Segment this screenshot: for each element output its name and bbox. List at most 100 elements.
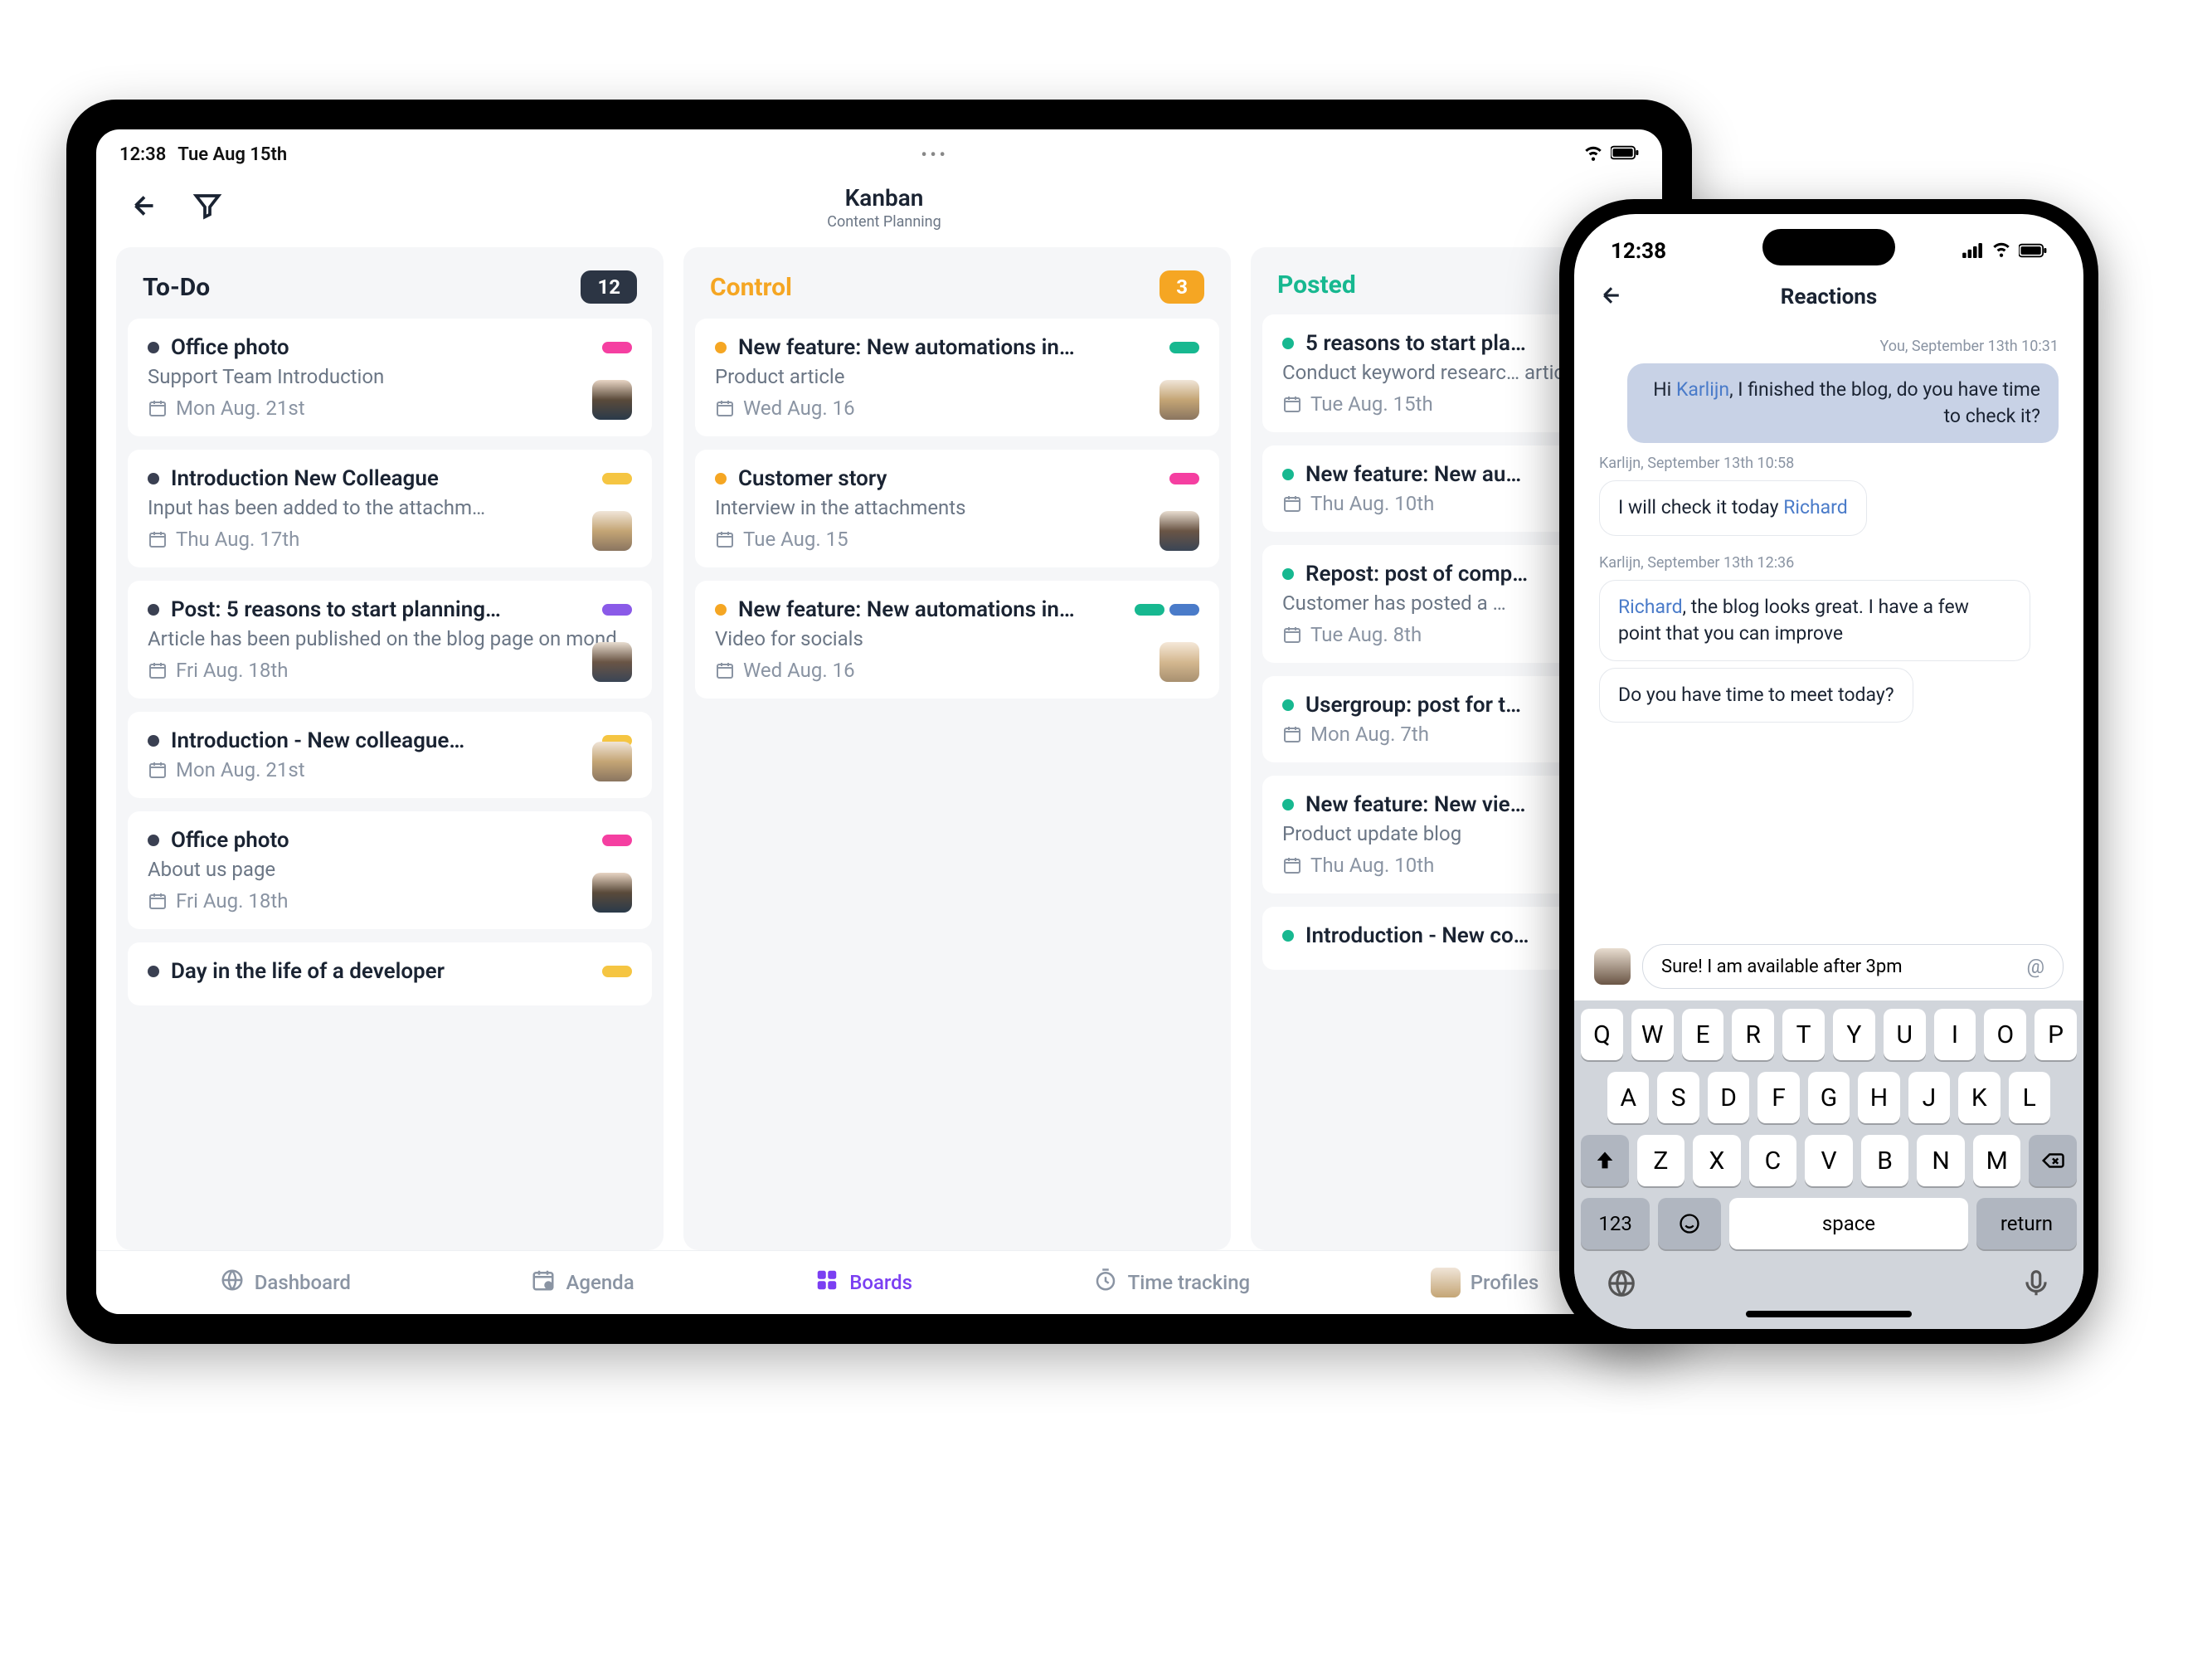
- key-W[interactable]: W: [1631, 1009, 1674, 1060]
- tag-pill: [1169, 342, 1199, 353]
- key-D[interactable]: D: [1708, 1072, 1749, 1123]
- back-icon[interactable]: [1599, 283, 1624, 311]
- key-R[interactable]: R: [1732, 1009, 1774, 1060]
- key-P[interactable]: P: [2035, 1009, 2077, 1060]
- status-dot: [715, 604, 727, 616]
- message-bubble[interactable]: I will check it today Richard: [1599, 480, 1867, 535]
- key-H[interactable]: H: [1858, 1072, 1899, 1123]
- message-meta: You, September 13th 10:31: [1599, 338, 2059, 355]
- key-V[interactable]: V: [1805, 1135, 1853, 1186]
- card-date: Mon Aug. 21st: [148, 397, 305, 420]
- nav-boards[interactable]: Boards: [814, 1268, 912, 1297]
- status-dot: [1282, 568, 1294, 580]
- key-F[interactable]: F: [1757, 1072, 1799, 1123]
- assignee-avatar[interactable]: [592, 380, 632, 420]
- card[interactable]: Office photoAbout us pageFri Aug. 18th: [128, 811, 652, 929]
- nav-dashboard[interactable]: Dashboard: [220, 1268, 351, 1297]
- key-U[interactable]: U: [1884, 1009, 1926, 1060]
- key-S[interactable]: S: [1657, 1072, 1699, 1123]
- keyboard: QWERTYUIOP ASDFGHJKL ZXCVBNM 123 spacereturn: [1574, 1000, 2083, 1329]
- key-return[interactable]: return: [1976, 1198, 2077, 1249]
- key-backspace[interactable]: [2029, 1135, 2077, 1186]
- card[interactable]: Introduction New Colleague Input has been…: [128, 450, 652, 567]
- nav-agenda[interactable]: Agenda: [531, 1268, 634, 1297]
- card[interactable]: Office photoSupport Team IntroductionMon…: [128, 319, 652, 436]
- assignee-avatar[interactable]: [592, 511, 632, 551]
- key-A[interactable]: A: [1607, 1072, 1649, 1123]
- key-numbers[interactable]: 123: [1581, 1198, 1650, 1249]
- key-shift[interactable]: [1581, 1135, 1629, 1186]
- key-K[interactable]: K: [1958, 1072, 2000, 1123]
- filter-icon[interactable]: [192, 191, 222, 224]
- status-dot: [1282, 469, 1294, 480]
- key-X[interactable]: X: [1693, 1135, 1741, 1186]
- assignee-avatar[interactable]: [592, 742, 632, 781]
- tag-pill: [602, 966, 632, 977]
- mention[interactable]: Karlijn: [1676, 378, 1729, 401]
- compose-input[interactable]: Sure! I am available after 3pm @: [1642, 944, 2064, 989]
- key-I[interactable]: I: [1934, 1009, 1976, 1060]
- key-J[interactable]: J: [1908, 1072, 1950, 1123]
- key-G[interactable]: G: [1808, 1072, 1850, 1123]
- timer-icon: [1093, 1268, 1118, 1297]
- card[interactable]: Day in the life of a developer: [128, 942, 652, 1005]
- key-Y[interactable]: Y: [1833, 1009, 1875, 1060]
- card[interactable]: New feature: New automations in…Video fo…: [695, 581, 1219, 699]
- assignee-avatar[interactable]: [1159, 642, 1199, 682]
- card-description: About us page: [148, 858, 632, 881]
- mention-button[interactable]: @: [2026, 955, 2044, 978]
- card-title: Day in the life of a developer: [171, 959, 591, 984]
- status-dot: [1282, 338, 1294, 349]
- key-Z[interactable]: Z: [1637, 1135, 1685, 1186]
- nav-profiles[interactable]: Profiles: [1431, 1268, 1539, 1297]
- tag-pills: [602, 966, 632, 977]
- card-title: Introduction New Colleague: [171, 466, 591, 491]
- card-date: Thu Aug. 10th: [1282, 854, 1434, 877]
- status-right: [1582, 141, 1639, 168]
- mention[interactable]: Richard: [1618, 596, 1683, 618]
- tag-pills: [1135, 604, 1199, 616]
- card[interactable]: New feature: New automations in…Product …: [695, 319, 1219, 436]
- key-space[interactable]: space: [1729, 1198, 1968, 1249]
- card[interactable]: Introduction - New colleague…Mon Aug. 21…: [128, 712, 652, 798]
- cards-list: Office photoSupport Team IntroductionMon…: [116, 319, 664, 1250]
- back-icon[interactable]: [129, 191, 159, 224]
- kanban-board[interactable]: To-Do12Office photoSupport Team Introduc…: [96, 247, 1662, 1250]
- key-Q[interactable]: Q: [1581, 1009, 1623, 1060]
- card[interactable]: Post: 5 reasons to start planning…Articl…: [128, 581, 652, 699]
- home-indicator[interactable]: [1746, 1311, 1912, 1317]
- globe-icon[interactable]: [1606, 1268, 1637, 1302]
- mic-icon[interactable]: [2020, 1268, 2052, 1302]
- iphone-header: Reactions: [1574, 273, 2083, 326]
- card[interactable]: Customer storyInterview in the attachmen…: [695, 450, 1219, 567]
- tag-pill: [1135, 604, 1164, 616]
- status-dot: [148, 342, 159, 353]
- assignee-avatar[interactable]: [592, 642, 632, 682]
- assignee-avatar[interactable]: [1159, 380, 1199, 420]
- iphone-device: 12:38 Reactions You, September 13th 10:3…: [1559, 199, 2098, 1344]
- message-bubble[interactable]: Richard, the blog looks great. I have a …: [1599, 580, 2030, 661]
- key-E[interactable]: E: [1682, 1009, 1724, 1060]
- assignee-avatar[interactable]: [1159, 511, 1199, 551]
- key-M[interactable]: M: [1973, 1135, 2021, 1186]
- message-bubble[interactable]: Hi Karlijn, I finished the blog, do you …: [1627, 363, 2059, 443]
- column-title: Control: [710, 273, 792, 302]
- key-B[interactable]: B: [1861, 1135, 1909, 1186]
- dynamic-island: [1762, 229, 1895, 265]
- chat-messages[interactable]: You, September 13th 10:31 Hi Karlijn, I f…: [1574, 326, 2083, 932]
- key-L[interactable]: L: [2009, 1072, 2050, 1123]
- grid-icon: [814, 1268, 839, 1297]
- key-N[interactable]: N: [1917, 1135, 1965, 1186]
- nav-time-tracking[interactable]: Time tracking: [1093, 1268, 1251, 1297]
- mention[interactable]: Richard: [1783, 496, 1848, 518]
- card-description: Input has been added to the attachm…: [148, 496, 632, 519]
- key-C[interactable]: C: [1749, 1135, 1797, 1186]
- key-O[interactable]: O: [1984, 1009, 2026, 1060]
- assignee-avatar[interactable]: [592, 873, 632, 913]
- card-date: Mon Aug. 7th: [1282, 723, 1429, 746]
- message-bubble[interactable]: Do you have time to meet today?: [1599, 668, 1913, 723]
- key-emoji[interactable]: [1658, 1198, 1721, 1249]
- status-dot: [148, 473, 159, 484]
- key-T[interactable]: T: [1782, 1009, 1825, 1060]
- wifi-icon: [1582, 141, 1604, 168]
